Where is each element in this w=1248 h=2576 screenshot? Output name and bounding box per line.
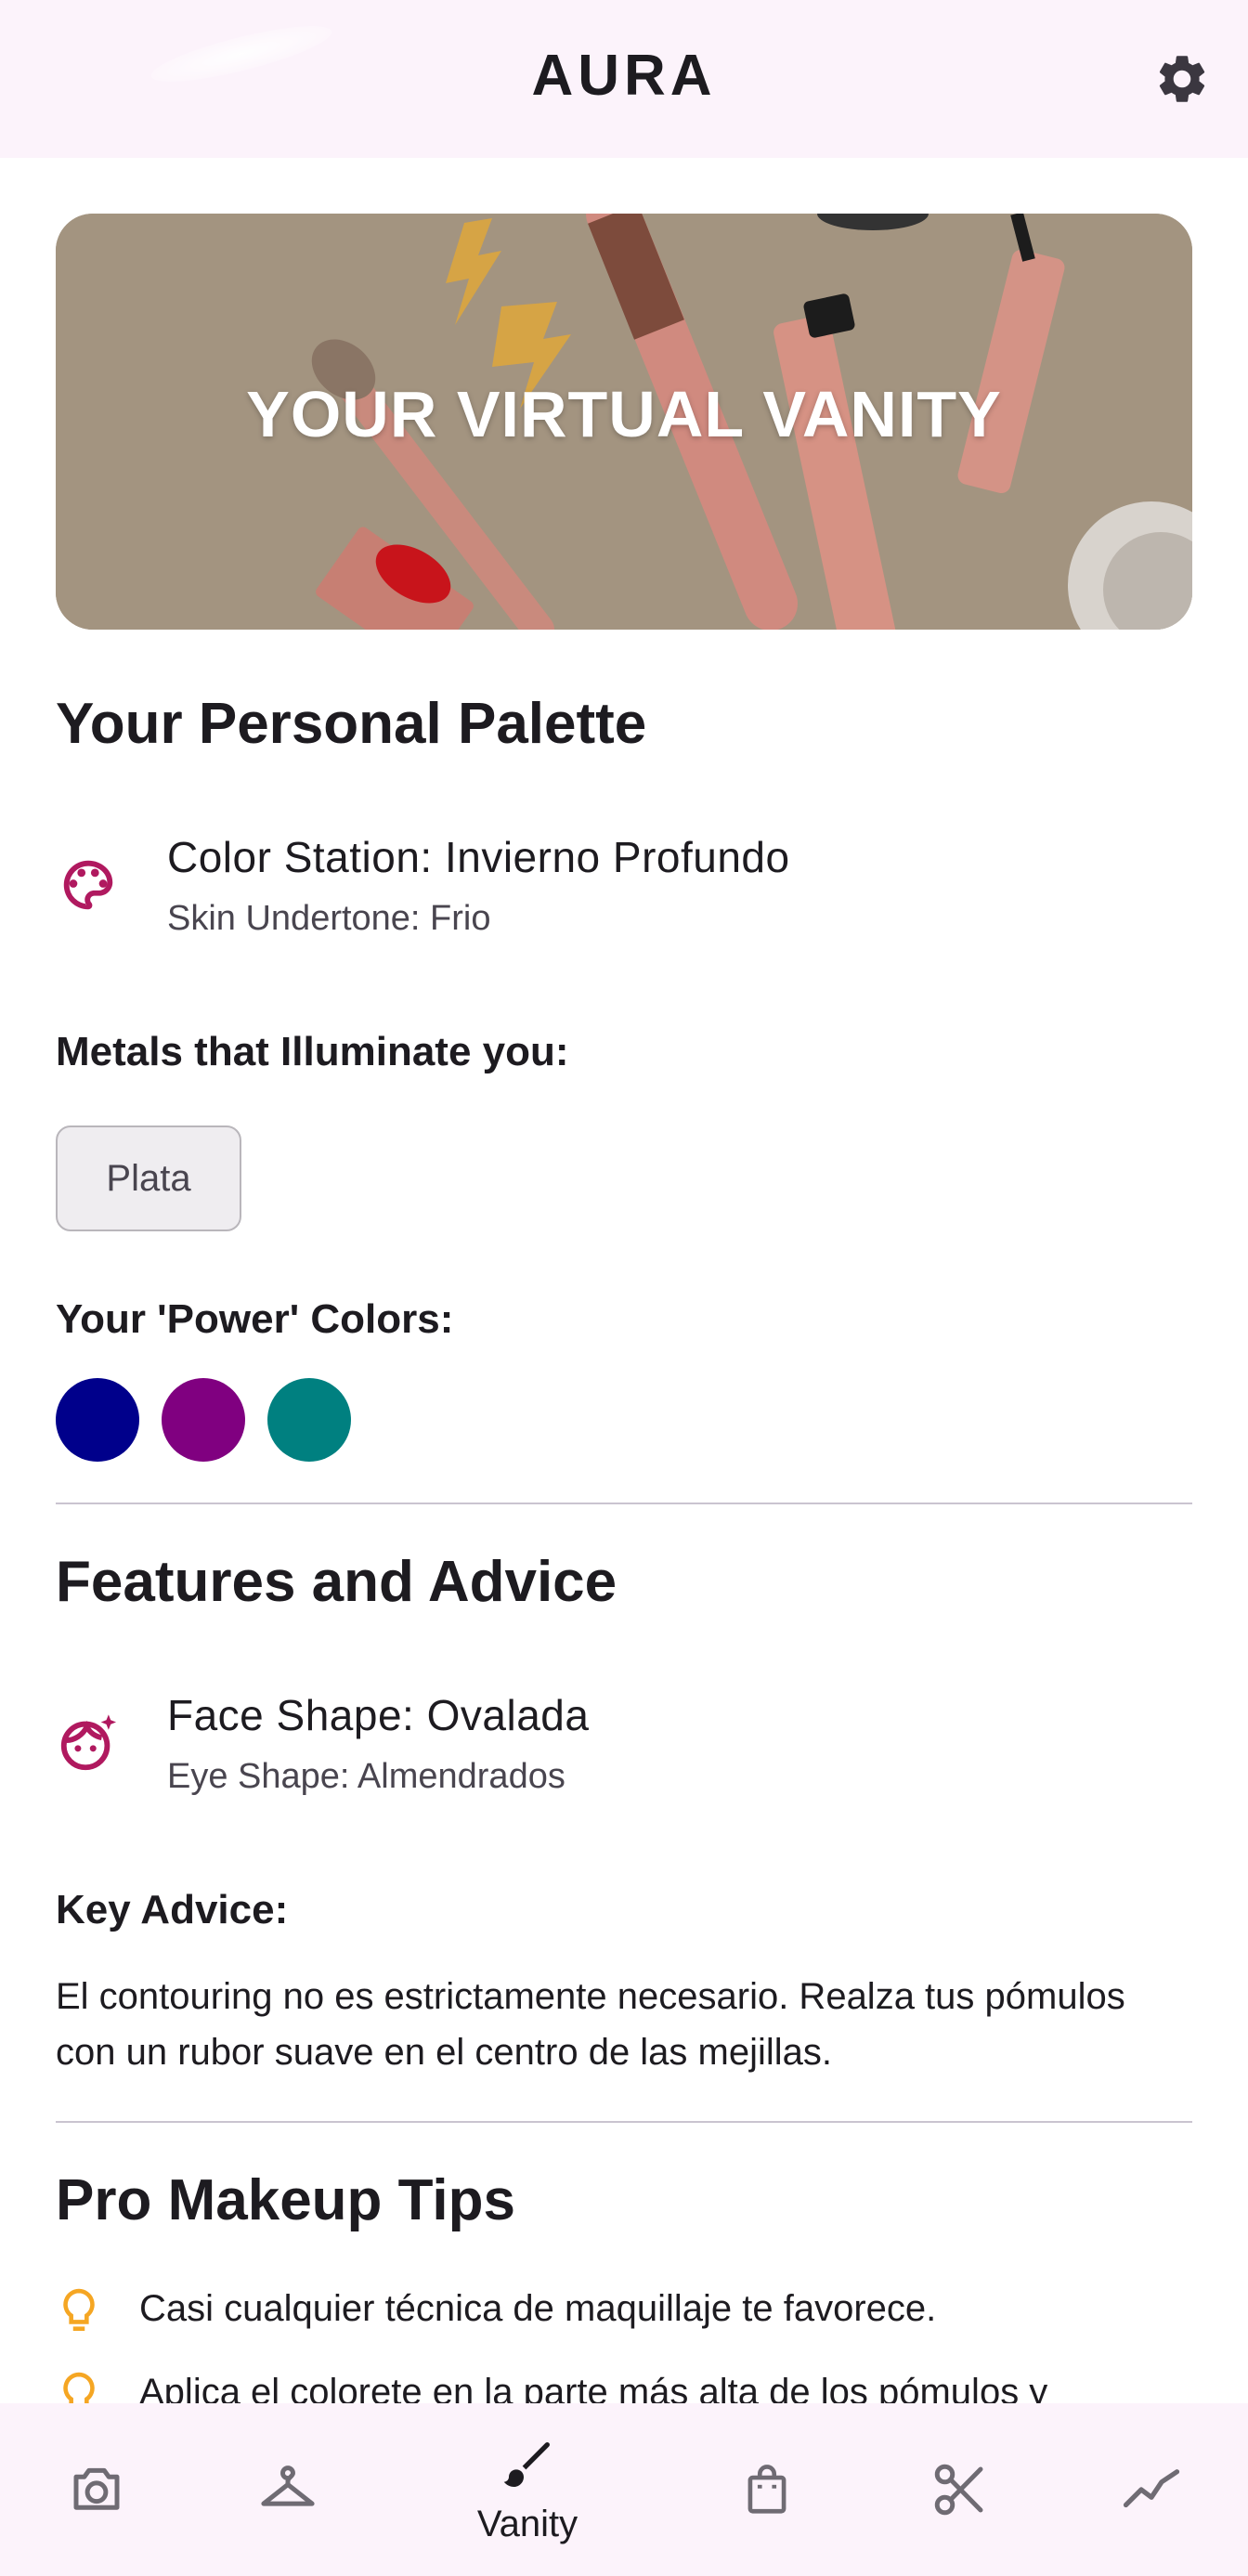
nav-label-vanity: Vanity [476, 2503, 578, 2544]
tips-section-title: Pro Makeup Tips [56, 2168, 515, 2232]
key-advice-label: Key Advice: [56, 1887, 289, 1932]
key-advice-text: El contouring no es estrictamente necesa… [56, 1976, 1125, 2073]
power-color-swatch-1[interactable] [56, 1378, 139, 1462]
hero-banner: YOUR VIRTUAL VANITY [56, 214, 1192, 630]
nav-item-hair[interactable] [912, 2403, 1008, 2576]
metals-label: Metals that Illuminate you: [56, 1029, 569, 1074]
lightbulb-icon [63, 2372, 95, 2405]
eye-shape-text: Eye Shape: Almendrados [167, 1757, 566, 1796]
power-color-swatch-2[interactable] [162, 1378, 245, 1462]
power-color-swatch-3[interactable] [267, 1378, 351, 1462]
nav-item-wardrobe[interactable] [240, 2403, 336, 2576]
palette-icon [63, 860, 113, 910]
face-shape-text: Face Shape: Ovalada [167, 1691, 590, 1739]
tip-text: Casi cualquier técnica de maquillaje te … [139, 2288, 937, 2329]
vanity-content[interactable]: YOUR VIRTUAL VANITY Your Personal Palett… [0, 158, 1248, 2405]
settings-button[interactable] [1150, 46, 1215, 111]
brush-icon [503, 2441, 550, 2487]
section-divider [56, 2121, 1192, 2123]
gear-icon [1159, 56, 1205, 102]
face-shape-row: Face Shape: Ovalada Eye Shape: Almendrad… [56, 1685, 1192, 1805]
color-station-row: Color Station: Invierno Profundo Skin Un… [56, 826, 1192, 947]
features-section-title: Features and Advice [56, 1550, 618, 1614]
tip-item: Aplica el colorete en la parte más alta … [56, 2362, 1192, 2405]
tip-text: Aplica el colorete en la parte más alta … [139, 2372, 1048, 2405]
lightbulb-icon [63, 2288, 95, 2331]
app-title: AURA [531, 44, 717, 108]
scissors-icon [934, 2464, 983, 2516]
hero-title: YOUR VIRTUAL VANITY [246, 378, 1002, 450]
hanger-icon [261, 2465, 315, 2506]
nav-item-shopping[interactable] [719, 2403, 815, 2576]
nav-item-camera[interactable] [48, 2403, 145, 2576]
face-sparkle-icon [60, 1714, 117, 1771]
nav-item-vanity[interactable]: Vanity [435, 2403, 620, 2576]
shopping-bag-icon [748, 2465, 786, 2514]
section-divider [56, 1503, 1192, 1504]
trending-icon [1123, 2469, 1180, 2508]
nav-item-progress[interactable] [1103, 2403, 1200, 2576]
app-bar: AURA [0, 0, 1248, 158]
undertone-text: Skin Undertone: Frio [167, 899, 491, 938]
tip-item: Casi cualquier técnica de maquillaje te … [56, 2279, 1192, 2344]
metal-chip[interactable]: Plata [56, 1125, 241, 1231]
power-colors-label: Your 'Power' Colors: [56, 1296, 454, 1342]
camera-icon [73, 2467, 120, 2510]
palette-section-title: Your Personal Palette [56, 692, 647, 756]
bottom-nav-bar: Vanity [0, 2403, 1248, 2576]
color-station-text: Color Station: Invierno Profundo [167, 833, 790, 881]
